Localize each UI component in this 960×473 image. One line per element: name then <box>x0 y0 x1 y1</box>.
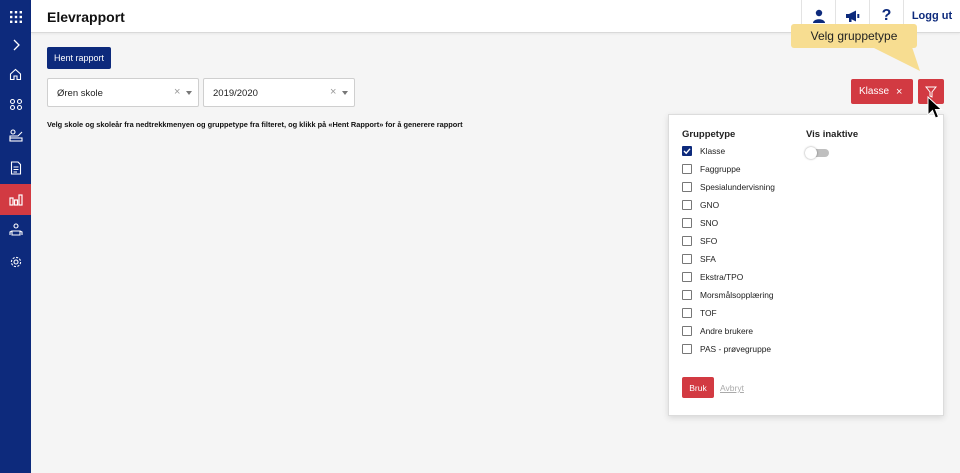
option-label: SNO <box>700 218 719 228</box>
user-icon <box>812 9 825 23</box>
option-label: Faggruppe <box>700 164 741 174</box>
checkbox[interactable] <box>682 236 692 246</box>
group-type-option-sno[interactable]: SNO <box>682 216 718 230</box>
gear-icon <box>10 256 21 267</box>
checkbox[interactable] <box>682 272 692 282</box>
sidebar-item-students[interactable] <box>0 214 31 245</box>
app-grid-button[interactable] <box>0 1 31 32</box>
year-chevron-down-icon[interactable] <box>342 91 348 95</box>
toggle-knob <box>805 147 817 159</box>
grid-icon <box>9 10 22 23</box>
students-icon <box>8 223 23 236</box>
option-label: Andre brukere <box>700 326 754 336</box>
report-chart-icon <box>8 194 23 206</box>
group-type-option-sfo[interactable]: SFO <box>682 234 717 248</box>
group-type-option-faggruppe[interactable]: Faggruppe <box>682 162 741 176</box>
show-inactive-heading: Vis inaktive <box>806 129 859 140</box>
teacher-icon <box>8 129 23 142</box>
group-type-heading: Gruppetype <box>682 129 736 140</box>
sidebar-item-groups[interactable] <box>0 89 31 120</box>
sidebar-item-teaching[interactable] <box>0 120 31 151</box>
sidebar-item-home[interactable] <box>0 59 31 90</box>
apply-button[interactable]: Bruk <box>682 377 714 398</box>
mouse-pointer-icon <box>927 96 943 119</box>
chevron-right-icon <box>13 39 20 50</box>
school-select-value: Øren skole <box>57 88 103 99</box>
checkbox[interactable] <box>682 164 692 174</box>
sidebar-item-documents[interactable] <box>0 152 31 183</box>
group-type-option-morsmalsopplaering[interactable]: Morsmålsopplæring <box>682 288 774 302</box>
logout-label: Logg ut <box>911 10 953 22</box>
sidebar <box>0 0 31 473</box>
close-icon[interactable]: × <box>896 86 902 98</box>
option-label: Klasse <box>700 146 726 156</box>
group-type-option-ekstra-tpo[interactable]: Ekstra/TPO <box>682 270 743 284</box>
active-filter-chip[interactable]: Klasse × <box>851 79 913 104</box>
option-label: SFO <box>700 236 718 246</box>
group-type-option-tof[interactable]: TOF <box>682 306 717 320</box>
cancel-button[interactable]: Avbryt <box>720 383 744 393</box>
groups-icon <box>9 98 22 111</box>
checkbox[interactable] <box>682 254 692 264</box>
group-type-option-pas-provegruppe[interactable]: PAS - prøvegruppe <box>682 342 771 356</box>
school-year-select[interactable]: 2019/2020 × <box>203 78 355 107</box>
checkbox[interactable] <box>682 326 692 336</box>
checkbox[interactable] <box>682 182 692 192</box>
option-label: Spesialundervisning <box>700 182 775 192</box>
group-type-option-sfa[interactable]: SFA <box>682 252 716 266</box>
group-type-option-andre-brukere[interactable]: Andre brukere <box>682 324 753 338</box>
group-type-option-klasse[interactable]: Klasse <box>682 144 725 158</box>
checkbox[interactable] <box>682 344 692 354</box>
sidebar-item-reports[interactable] <box>0 184 31 215</box>
fetch-report-button[interactable]: Hent rapport <box>47 47 111 69</box>
document-icon <box>10 160 21 175</box>
checkbox[interactable] <box>682 218 692 228</box>
megaphone-icon <box>846 10 860 22</box>
checkbox-checked[interactable] <box>682 146 692 156</box>
checkbox[interactable] <box>682 308 692 318</box>
option-label: Morsmålsopplæring <box>700 290 774 300</box>
tooltip-group-type: Velg gruppetype <box>791 24 917 48</box>
school-select[interactable]: Øren skole × <box>47 78 199 107</box>
option-label: SFA <box>700 254 716 264</box>
option-label: TOF <box>700 308 717 318</box>
school-year-select-value: 2019/2020 <box>213 88 258 99</box>
checkbox[interactable] <box>682 200 692 210</box>
school-chevron-down-icon[interactable] <box>186 91 192 95</box>
group-type-option-spesialundervisning[interactable]: Spesialundervisning <box>682 180 775 194</box>
option-label: Ekstra/TPO <box>700 272 744 282</box>
home-icon <box>9 68 22 81</box>
sidebar-item-settings[interactable] <box>0 246 31 277</box>
year-clear-icon[interactable]: × <box>330 86 336 98</box>
option-label: PAS - prøvegruppe <box>700 344 772 354</box>
group-type-option-gno[interactable]: GNO <box>682 198 719 212</box>
show-inactive-toggle[interactable] <box>805 147 829 159</box>
checkbox[interactable] <box>682 290 692 300</box>
instructions-text: Velg skole og skoleår fra nedtrekkmenyen… <box>47 120 463 129</box>
active-filter-chip-label: Klasse <box>859 86 890 97</box>
group-type-filter-panel: Gruppetype Vis inaktive Klasse Faggruppe… <box>668 114 944 416</box>
page-title: Elevrapport <box>47 9 125 25</box>
expand-sidebar-button[interactable] <box>0 29 31 60</box>
tooltip-pointer <box>872 47 920 71</box>
checkmark-icon <box>683 148 691 155</box>
option-label: GNO <box>700 200 720 210</box>
help-icon: ? <box>881 7 892 24</box>
tooltip-text: Velg gruppetype <box>810 29 898 43</box>
school-clear-icon[interactable]: × <box>174 86 180 98</box>
